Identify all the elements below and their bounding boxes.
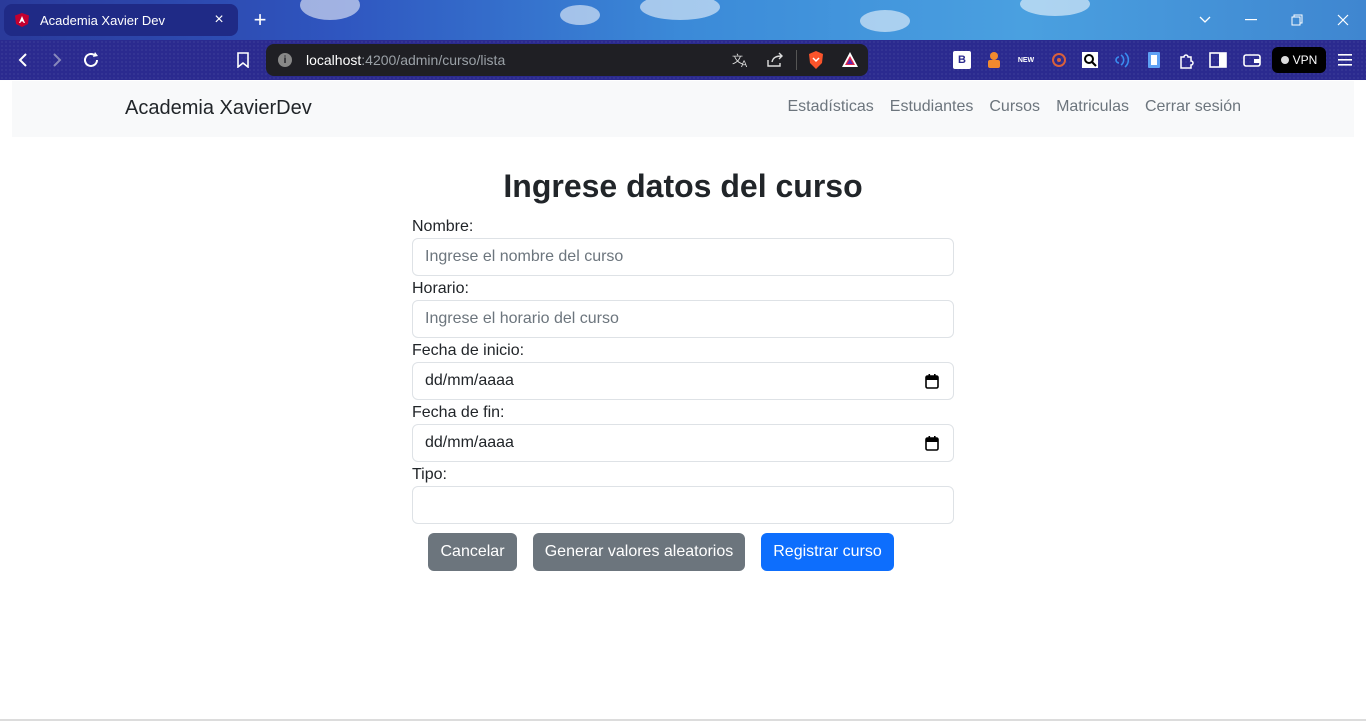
register-course-button[interactable]: Registrar curso (761, 533, 894, 571)
horario-label: Horario: (412, 280, 469, 297)
restore-icon[interactable] (1274, 0, 1320, 40)
minimize-icon[interactable] (1228, 0, 1274, 40)
close-window-icon[interactable] (1320, 0, 1366, 40)
calendar-icon[interactable] (925, 374, 939, 389)
translate-icon[interactable]: 文A (732, 52, 750, 73)
nombre-placeholder: Ingrese el nombre del curso (425, 248, 624, 265)
fecha-inicio-value: dd/mm/aaaa (425, 372, 514, 389)
wallpaper-shape (860, 10, 910, 32)
nav-link-cursos[interactable]: Cursos (989, 98, 1040, 116)
wallet-icon[interactable] (1243, 51, 1261, 69)
extension-wave-icon[interactable] (1113, 51, 1131, 69)
tab-title: Academia Xavier Dev (40, 12, 165, 28)
tipo-select[interactable] (412, 486, 954, 524)
address-bar[interactable]: i localhost:4200/admin/curso/lista 文A (266, 44, 868, 76)
url-text: localhost:4200/admin/curso/lista (306, 52, 506, 68)
navbar-links: Estadísticas Estudiantes Cursos Matricul… (788, 98, 1242, 116)
forward-icon[interactable] (45, 48, 69, 72)
new-tab-icon[interactable]: + (248, 7, 272, 32)
nav-link-matriculas[interactable]: Matriculas (1056, 98, 1129, 116)
fecha-inicio-input[interactable]: dd/mm/aaaa (412, 362, 954, 400)
site-navbar: Academia XavierDev Estadísticas Estudian… (12, 81, 1354, 137)
back-icon[interactable] (11, 48, 35, 72)
calendar-icon[interactable] (925, 436, 939, 451)
extension-new-icon[interactable]: NEW (1017, 51, 1035, 69)
extension-b-icon[interactable]: B (953, 51, 971, 69)
menu-icon[interactable] (1336, 51, 1354, 69)
page-title: Ingrese datos del curso (503, 168, 863, 204)
fecha-fin-input[interactable]: dd/mm/aaaa (412, 424, 954, 462)
wallpaper-shape (300, 0, 360, 20)
nav-link-estadisticas[interactable]: Estadísticas (788, 98, 874, 116)
wallpaper-shape (640, 0, 720, 20)
angular-icon (15, 13, 29, 27)
vpn-status-icon (1280, 56, 1289, 64)
tab-close-icon[interactable]: × (210, 11, 228, 29)
svg-text:A: A (741, 60, 748, 68)
random-values-button[interactable]: Generar valores aleatorios (533, 533, 745, 571)
horario-input[interactable]: Ingrese el horario del curso (412, 300, 954, 338)
fecha-inicio-label: Fecha de inicio: (412, 342, 525, 359)
bookmark-icon[interactable] (231, 48, 255, 72)
extension-robot-icon[interactable] (985, 51, 1003, 69)
extension-search-icon[interactable] (1081, 51, 1099, 69)
wallpaper-shape (1020, 0, 1090, 16)
fecha-fin-value: dd/mm/aaaa (425, 434, 514, 451)
vpn-label: VPN (1292, 53, 1318, 67)
cancel-button[interactable]: Cancelar (428, 533, 517, 571)
brave-rewards-icon[interactable] (840, 50, 860, 75)
share-icon[interactable] (766, 52, 784, 73)
tab-search-icon[interactable] (1182, 0, 1228, 40)
browser-tabbar: Academia Xavier Dev × + (0, 0, 1366, 40)
extensions-puzzle-icon[interactable] (1177, 51, 1195, 69)
course-form: Nombre: Ingrese el nombre del curso Hora… (412, 216, 954, 526)
vpn-button[interactable]: VPN (1272, 47, 1326, 73)
horario-placeholder: Ingrese el horario del curso (425, 310, 619, 327)
browser-tab-active[interactable]: Academia Xavier Dev × (4, 4, 238, 36)
extension-ai-icon[interactable] (1050, 51, 1068, 69)
sidebar-toggle-icon[interactable] (1209, 51, 1227, 69)
site-info-icon[interactable]: i (278, 53, 292, 67)
fecha-fin-label: Fecha de fin: (412, 404, 505, 421)
nav-link-logout[interactable]: Cerrar sesión (1145, 98, 1241, 116)
extension-docs-icon[interactable] (1145, 51, 1163, 69)
tipo-label: Tipo: (412, 466, 447, 483)
divider (796, 50, 797, 70)
brave-shields-icon[interactable] (806, 50, 826, 75)
wallpaper-shape (560, 5, 600, 25)
reload-icon[interactable] (79, 48, 103, 72)
nombre-label: Nombre: (412, 218, 474, 235)
nav-link-estudiantes[interactable]: Estudiantes (890, 98, 974, 116)
navbar-brand[interactable]: Academia XavierDev (125, 97, 312, 120)
nombre-input[interactable]: Ingrese el nombre del curso (412, 238, 954, 276)
